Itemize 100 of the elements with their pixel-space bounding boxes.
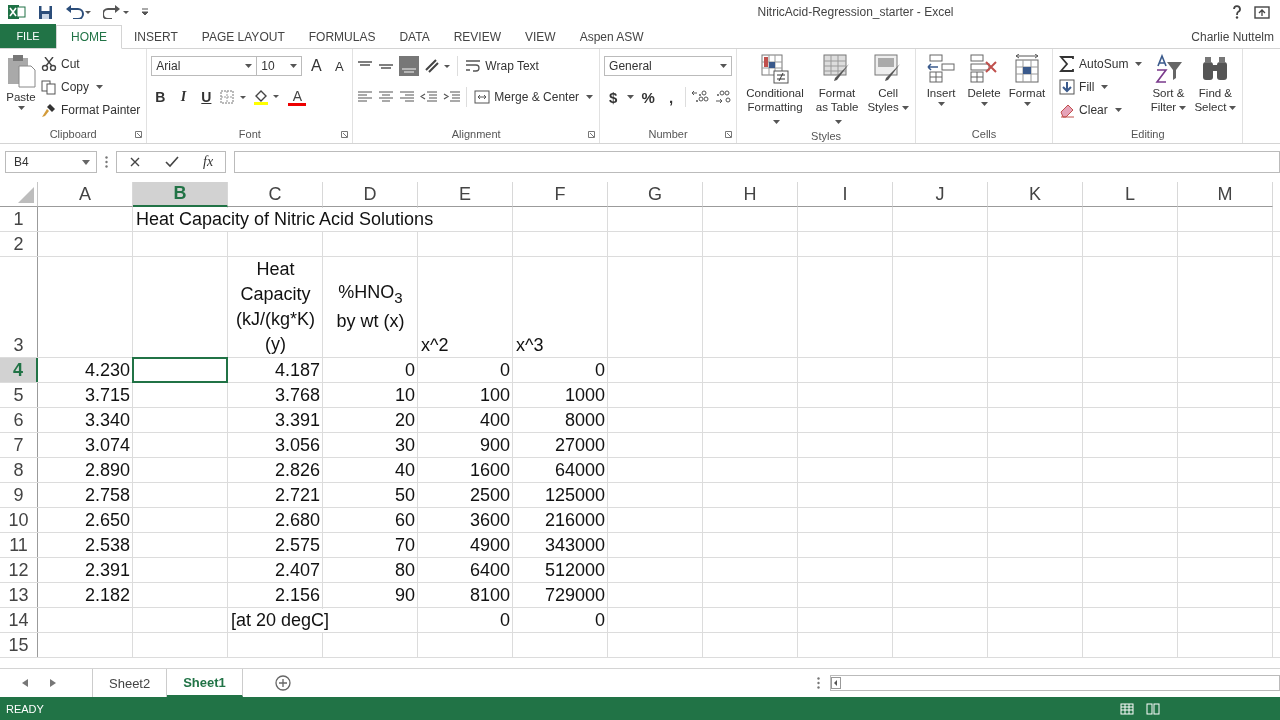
table-cell-text: 40	[393, 459, 416, 482]
find-select-button[interactable]: Find & Select	[1192, 53, 1239, 115]
autosum-button[interactable]: AutoSum	[1057, 53, 1145, 75]
caret-icon[interactable]	[627, 95, 635, 99]
column-header[interactable]: C	[228, 182, 323, 207]
bold-button[interactable]: B	[151, 87, 170, 107]
conditional-formatting-button[interactable]: Conditional Formatting	[741, 53, 810, 129]
page-layout-view-icon[interactable]	[1146, 702, 1160, 715]
column-header[interactable]: I	[798, 182, 893, 207]
percent-button[interactable]: %	[639, 87, 658, 107]
help-icon[interactable]	[1232, 5, 1242, 19]
font-color-button[interactable]: A	[288, 88, 307, 106]
table-cell-text: 2.826	[273, 459, 321, 482]
number-format-field[interactable]: General	[604, 56, 733, 76]
ribbon-tab[interactable]: DATA	[387, 25, 442, 48]
scroll-left-icon[interactable]	[831, 677, 841, 689]
comma-button[interactable]: ,	[662, 87, 681, 107]
copy-button[interactable]: Copy	[39, 76, 143, 98]
increase-indent-icon[interactable]	[443, 91, 462, 103]
align-right-icon[interactable]	[399, 91, 416, 103]
table-cell-text: 80	[393, 559, 416, 582]
font-name-field[interactable]: Arial	[151, 56, 258, 76]
horizontal-scrollbar[interactable]	[830, 675, 1280, 691]
table-cell-text: 400	[478, 409, 511, 432]
column-header[interactable]: L	[1083, 182, 1178, 207]
dialog-launcher-icon[interactable]	[725, 131, 733, 138]
column-header[interactable]: F	[513, 182, 608, 207]
column-header[interactable]: H	[703, 182, 798, 207]
table-cell-text: 2.758	[83, 484, 131, 507]
clipboard-icon	[6, 54, 36, 88]
next-sheet-icon[interactable]	[50, 679, 56, 687]
bottom-align-icon[interactable]	[399, 56, 420, 76]
column-header[interactable]: E	[418, 182, 513, 207]
table-cell-text: 1000	[563, 384, 606, 407]
redo-icon[interactable]	[103, 5, 129, 19]
ribbon-tab[interactable]: INSERT	[122, 25, 190, 48]
ribbon-tab[interactable]: FORMULAS	[296, 25, 388, 48]
ribbon-tab[interactable]: Aspen ASW	[567, 25, 656, 48]
clear-button[interactable]: Clear	[1057, 99, 1145, 121]
column-header[interactable]: J	[893, 182, 988, 207]
ribbon-display-icon[interactable]	[1254, 5, 1270, 19]
format-painter-button[interactable]: Format Painter	[39, 99, 143, 121]
underline-button[interactable]: U	[197, 87, 216, 107]
row-header[interactable]: 4	[0, 358, 38, 382]
column-header[interactable]: K	[988, 182, 1083, 207]
table-cell-text: 3.340	[83, 409, 131, 432]
shrink-font-button[interactable]: A	[330, 56, 349, 76]
cut-button[interactable]: Cut	[39, 53, 143, 75]
increase-decimal-icon[interactable]	[691, 89, 710, 105]
grow-font-button[interactable]: A	[307, 56, 326, 76]
undo-icon[interactable]	[65, 5, 91, 19]
ribbon-tab[interactable]: PAGE LAYOUT	[189, 25, 297, 48]
insert-cells-button[interactable]: Insert	[920, 53, 963, 107]
column-header[interactable]: G	[608, 182, 703, 207]
sort-filter-button[interactable]: Sort & Filter	[1145, 53, 1192, 115]
decrease-decimal-icon[interactable]	[714, 89, 733, 105]
ribbon-tab[interactable]: REVIEW	[441, 25, 513, 48]
checkmark-icon[interactable]	[165, 156, 179, 168]
new-sheet-icon[interactable]	[274, 675, 291, 691]
format-cells-button[interactable]: Format	[1006, 53, 1049, 107]
file-tab[interactable]: FILE	[0, 24, 56, 48]
merge-center-button[interactable]: Merge & Center	[472, 86, 596, 108]
cell-styles-button[interactable]: Cell Styles	[865, 53, 912, 115]
cancel-icon[interactable]	[129, 156, 141, 168]
decrease-indent-icon[interactable]	[420, 91, 439, 103]
ribbon-tab[interactable]: VIEW	[513, 25, 568, 48]
format-as-table-button[interactable]: Format as Table	[810, 53, 865, 129]
paste-button[interactable]: Paste	[4, 53, 38, 111]
align-left-icon[interactable]	[357, 91, 374, 103]
align-center-icon[interactable]	[378, 91, 395, 103]
orientation-icon[interactable]	[424, 58, 453, 74]
column-header[interactable]: B	[133, 182, 228, 207]
caret-icon	[96, 85, 103, 89]
italic-button[interactable]: I	[174, 87, 193, 107]
splitter-icon[interactable]	[817, 677, 820, 689]
save-icon[interactable]	[38, 4, 53, 20]
normal-view-icon[interactable]	[1120, 702, 1134, 715]
font-size-field[interactable]: 10	[256, 56, 303, 76]
insert-function-button[interactable]: fx	[203, 154, 214, 170]
dialog-launcher-icon[interactable]	[341, 131, 349, 138]
table-cell-text: 3.074	[83, 434, 131, 457]
dialog-launcher-icon[interactable]	[588, 131, 596, 138]
ribbon-tab[interactable]: HOME	[56, 25, 122, 49]
wrap-text-button[interactable]: Wrap Text	[463, 55, 541, 77]
table-cell-text: 50	[393, 484, 416, 507]
column-header[interactable]: M	[1178, 182, 1273, 207]
formula-input-field[interactable]	[234, 151, 1280, 173]
name-box[interactable]: B4	[5, 151, 97, 173]
caret-icon	[17, 106, 25, 110]
delete-cells-button[interactable]: Delete	[963, 53, 1006, 107]
dialog-launcher-icon[interactable]	[135, 131, 143, 138]
column-header[interactable]: D	[323, 182, 418, 207]
table-cell-text: 60	[393, 509, 416, 532]
wrap-text-icon	[465, 59, 482, 73]
fill-button[interactable]: Fill	[1057, 76, 1145, 98]
currency-button[interactable]: $	[604, 87, 623, 107]
previous-sheet-icon[interactable]	[22, 679, 28, 687]
account-name[interactable]: Charlie Nuttelm	[1185, 30, 1280, 48]
customize-icon[interactable]	[141, 7, 149, 17]
active-cell[interactable]	[132, 357, 228, 383]
